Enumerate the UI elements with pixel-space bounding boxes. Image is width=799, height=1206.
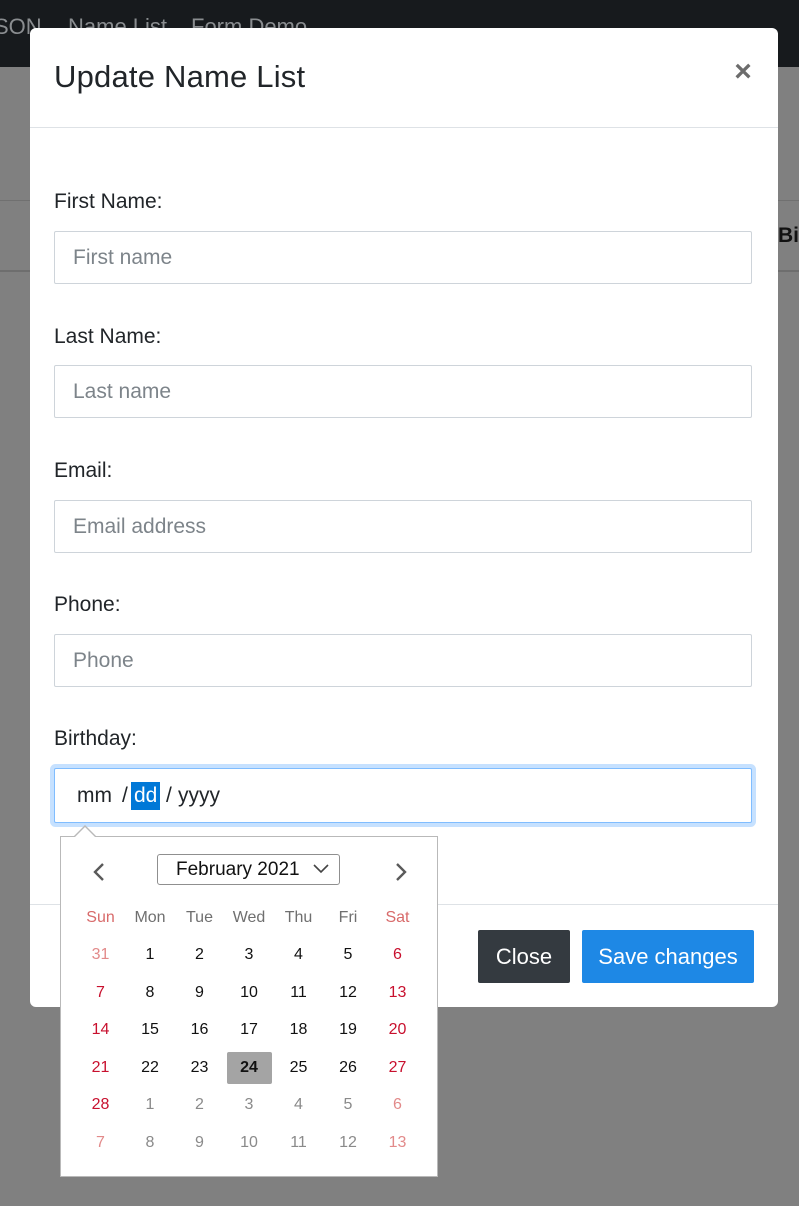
date-picker-popup: February 2021 Sun Mon Tue Wed Thu Fri Sat 31 1 2 3… [60,825,438,1177]
calendar-day[interactable]: 19 [326,1014,371,1046]
birthday-date-input[interactable]: mm / dd / yyyy [54,768,752,823]
calendar-day[interactable]: 31 [78,939,123,971]
calendar-day[interactable]: 12 [326,977,371,1009]
chevron-left-icon[interactable] [84,857,114,887]
close-button[interactable]: Close [478,930,570,983]
calendar-day[interactable]: 21 [78,1052,123,1084]
calendar-day[interactable]: 20 [375,1014,420,1046]
calendar-day[interactable]: 2 [177,939,222,971]
email-label: Email: [54,459,113,482]
calendar-day[interactable]: 3 [227,1089,272,1121]
weekday-header: Wed [232,909,266,926]
calendar-day[interactable]: 9 [177,977,222,1009]
calendar-day[interactable]: 8 [128,1127,173,1159]
calendar-day[interactable]: 1 [128,939,173,971]
calendar-day-today[interactable]: 24 [226,1051,272,1084]
first-name-label: First Name: [54,190,163,213]
calendar-day[interactable]: 18 [276,1014,321,1046]
calendar-day[interactable]: 8 [128,977,173,1009]
background-column-header: Bi [778,224,799,247]
calendar-day[interactable]: 23 [177,1052,222,1084]
weekday-header: Tue [186,909,213,926]
calendar-day[interactable]: 25 [276,1052,321,1084]
weekday-header: Sat [385,909,410,926]
calendar-day[interactable]: 3 [227,939,272,971]
modal-title: Update Name List [54,59,306,94]
calendar-day[interactable]: 10 [227,1127,272,1159]
calendar-day[interactable]: 6 [375,939,420,971]
popup-pointer-inner [74,827,96,838]
calendar-day[interactable]: 13 [375,977,420,1009]
chevron-right-icon[interactable] [386,857,416,887]
date-day-segment[interactable]: dd [131,782,161,810]
month-year-select[interactable]: February 2021 [157,854,340,885]
chevron-down-icon [313,864,329,874]
calendar-day[interactable]: 7 [78,1127,123,1159]
weekday-header: Fri [338,909,358,926]
calendar-day[interactable]: 15 [128,1014,173,1046]
date-year-segment[interactable]: yyyy [178,784,220,808]
calendar-day[interactable]: 14 [78,1014,123,1046]
calendar-day[interactable]: 4 [276,939,321,971]
phone-label: Phone: [54,593,121,616]
first-name-input[interactable] [54,231,752,284]
calendar-day[interactable]: 1 [128,1089,173,1121]
last-name-input[interactable] [54,365,752,418]
modal-header: Update Name List × [30,28,778,128]
calendar-day[interactable]: 5 [326,1089,371,1121]
month-year-label: February 2021 [176,859,300,880]
last-name-label: Last Name: [54,325,162,348]
calendar-day[interactable]: 11 [276,1127,321,1159]
calendar-day[interactable]: 11 [276,977,321,1009]
save-changes-button[interactable]: Save changes [582,930,754,983]
calendar-day[interactable]: 2 [177,1089,222,1121]
calendar-day[interactable]: 13 [375,1127,420,1159]
calendar-day[interactable]: 28 [78,1089,123,1121]
calendar-day[interactable]: 5 [326,939,371,971]
calendar-day[interactable]: 6 [375,1089,420,1121]
weekday-header: Thu [284,909,313,926]
calendar-day[interactable]: 9 [177,1127,222,1159]
weekday-header: Sun [86,909,115,926]
weekday-header: Mon [134,909,166,926]
date-separator: / [166,784,172,807]
calendar-day[interactable]: 17 [227,1014,272,1046]
phone-input[interactable] [54,634,752,687]
calendar-day[interactable]: 12 [326,1127,371,1159]
date-month-segment[interactable]: mm [77,784,112,808]
date-separator: / [122,784,128,807]
birthday-label: Birthday: [54,727,137,750]
calendar-day[interactable]: 22 [128,1052,173,1084]
calendar-day[interactable]: 7 [78,977,123,1009]
calendar-day[interactable]: 27 [375,1052,420,1084]
calendar-day[interactable]: 26 [326,1052,371,1084]
calendar-day[interactable]: 16 [177,1014,222,1046]
calendar-day[interactable]: 10 [227,977,272,1009]
close-icon[interactable]: × [731,57,755,87]
email-input[interactable] [54,500,752,553]
calendar-day[interactable]: 4 [276,1089,321,1121]
